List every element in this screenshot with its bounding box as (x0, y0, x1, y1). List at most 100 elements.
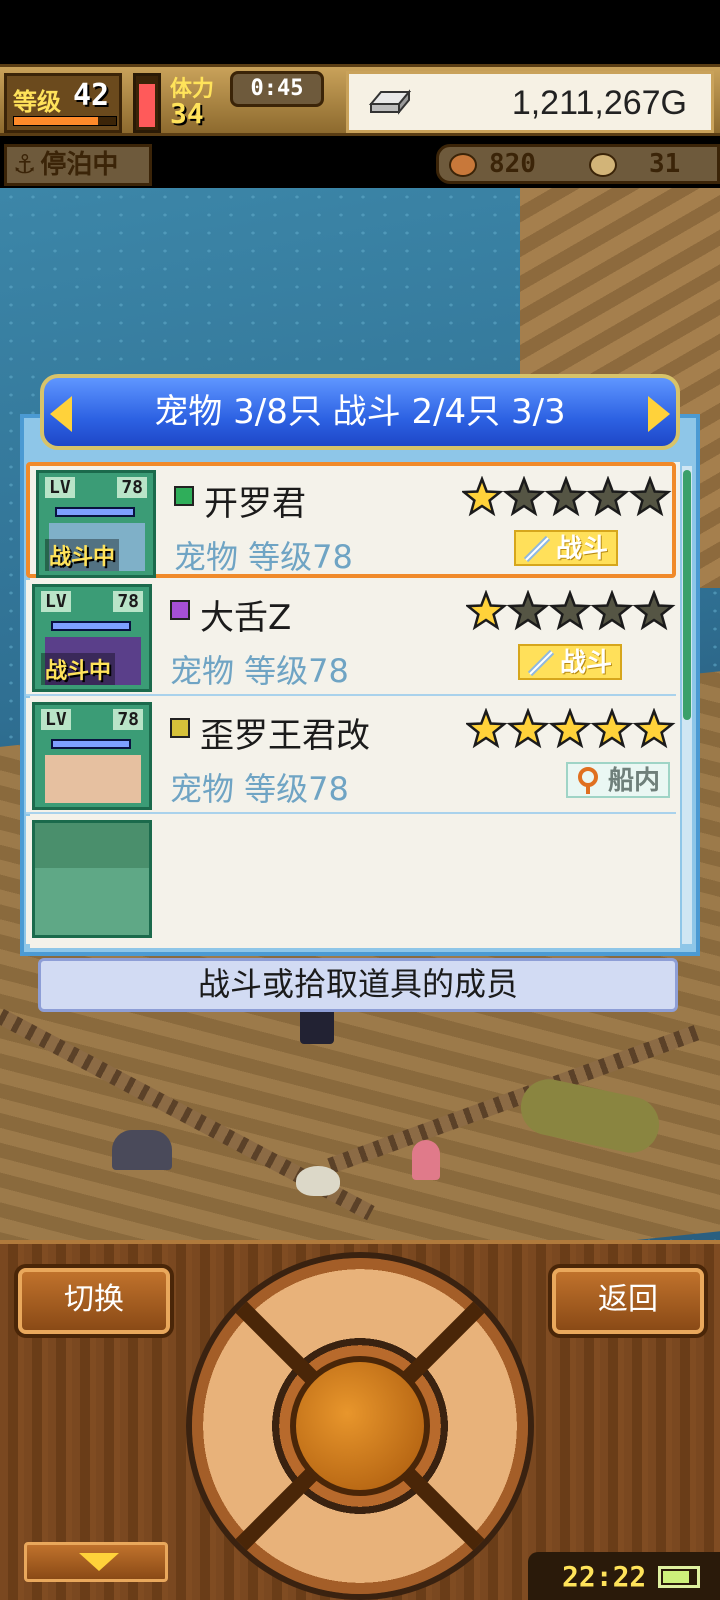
star-empty-icon (590, 590, 634, 631)
anchor-icon: ⚓ (13, 150, 37, 180)
star-rating (462, 476, 672, 517)
battle-status-tag[interactable]: 战斗 (517, 644, 622, 680)
stamina-gauge (133, 73, 161, 133)
pet-hp-bar (51, 739, 131, 749)
empty-portrait (32, 820, 152, 938)
star-filled-icon (548, 708, 592, 749)
pet-name: 大舌Z (200, 598, 292, 638)
down-arrow-icon (79, 1553, 119, 1571)
game-clock: 22:22 (528, 1552, 720, 1600)
star-filled-icon (462, 476, 504, 517)
battery-fill (663, 1571, 689, 1583)
pet-type-level: 宠物 等级78 (174, 538, 353, 576)
element-icon (174, 486, 194, 506)
level-progress-bar (13, 116, 117, 126)
pet-list-scrollbar[interactable] (682, 466, 692, 944)
status-label: 战斗 (559, 648, 612, 678)
pet-hp-bar (51, 621, 131, 631)
pet-sprite (45, 755, 141, 803)
level-value: 42 (73, 78, 110, 113)
docked-status-badge: ⚓ 停泊中 (4, 144, 152, 186)
silver-bar-icon (368, 89, 412, 115)
dpad-center-button[interactable] (290, 1356, 430, 1496)
pet-lv-value: 78 (113, 709, 143, 730)
pet-type-level: 宠物 等级78 (170, 652, 349, 690)
star-rating (466, 708, 676, 749)
in-battle-badge: 战斗中 (41, 653, 116, 685)
pet-panel-title: 宠物 3/8只 战斗 2/4只 3/3 (154, 392, 566, 432)
sword-icon (523, 535, 551, 563)
status-bar-notch (0, 0, 720, 64)
stamina-timer: 0:45 (230, 71, 324, 107)
switch-button[interactable]: 切换 (18, 1268, 170, 1334)
top-hud: 等级 42 体力 34 0:45 1,211,267G (0, 64, 720, 136)
pet-hp-bar (55, 507, 135, 517)
pet-row[interactable]: LV 78 战斗中 开罗君 宠物 等级78 战斗 (26, 462, 676, 578)
resource-2-value: 31 (649, 149, 681, 179)
empty-pet-slot[interactable] (26, 816, 676, 944)
back-button[interactable]: 返回 (552, 1268, 704, 1334)
star-filled-icon (506, 708, 550, 749)
pet-name: 开罗君 (204, 484, 306, 524)
pet-type-level: 宠物 等级78 (170, 770, 349, 808)
pet-lv-label: LV (41, 591, 71, 612)
prev-page-arrow-icon[interactable] (50, 396, 72, 432)
in-battle-badge: 战斗中 (45, 539, 120, 571)
item-bag-sprite[interactable] (296, 1166, 340, 1196)
pet-row[interactable]: LV 78 歪罗王君改 宠物 等级78 船内 (26, 698, 676, 814)
stamina-value: 34 (170, 97, 204, 130)
pet-name: 歪罗王君改 (200, 716, 370, 756)
star-filled-icon (590, 708, 634, 749)
star-empty-icon (628, 476, 672, 517)
dpad[interactable] (192, 1258, 528, 1594)
gold-display: 1,211,267G (346, 71, 714, 133)
coin-bag-icon (449, 153, 477, 177)
treasure-chest-sprite[interactable] (112, 1130, 172, 1170)
star-filled-icon (466, 708, 508, 749)
status-label: 战斗 (555, 534, 608, 564)
pet-lv-value: 78 (113, 591, 143, 612)
star-empty-icon (544, 476, 588, 517)
medal-icon (589, 153, 617, 177)
pet-hp-fill (57, 509, 133, 515)
star-empty-icon (502, 476, 546, 517)
star-filled-icon (466, 590, 508, 631)
pet-hp-fill (53, 623, 129, 629)
level-label: 等级 (13, 88, 61, 116)
pet-panel-header: 宠物 3/8只 战斗 2/4只 3/3 (40, 374, 680, 450)
status-label: 船内 (607, 766, 660, 796)
star-empty-icon (548, 590, 592, 631)
resource-bar: 820 31 (436, 144, 720, 184)
controller-area: 切换 返回 22:22 (0, 1240, 720, 1600)
scrollbar-thumb[interactable] (683, 470, 691, 720)
pet-portrait: LV 78 (32, 702, 152, 810)
clock-time: 22:22 (562, 1560, 647, 1593)
star-empty-icon (506, 590, 550, 631)
star-filled-icon (632, 708, 676, 749)
gold-amount: 1,211,267G (511, 84, 687, 122)
battery-icon (658, 1566, 700, 1588)
docked-label: 停泊中 (40, 150, 119, 180)
stamina-fill (139, 83, 155, 127)
next-page-arrow-icon[interactable] (648, 396, 670, 432)
crew-member-sprite[interactable] (412, 1140, 440, 1180)
onboard-status-tag[interactable]: 船内 (565, 762, 670, 798)
star-empty-icon (632, 590, 676, 631)
element-icon (170, 718, 190, 738)
map-pin-icon (577, 767, 598, 794)
star-rating (466, 590, 676, 631)
battle-status-tag[interactable]: 战斗 (513, 530, 618, 566)
pet-hp-fill (53, 741, 129, 747)
star-empty-icon (586, 476, 630, 517)
element-icon (170, 600, 190, 620)
pet-lv-label: LV (41, 709, 71, 730)
menu-down-button[interactable] (24, 1542, 168, 1582)
pet-lv-label: LV (45, 477, 75, 498)
panel-hint-bar: 战斗或拾取道具的成员 (38, 958, 678, 1012)
pet-portrait: LV 78 战斗中 (36, 470, 156, 578)
level-progress-fill (14, 117, 98, 125)
pet-portrait: LV 78 战斗中 (32, 584, 152, 692)
pet-row[interactable]: LV 78 战斗中 大舌Z 宠物 等级78 战斗 (26, 580, 676, 696)
resource-1-value: 820 (489, 149, 536, 179)
player-level-box: 等级 42 (4, 73, 122, 133)
